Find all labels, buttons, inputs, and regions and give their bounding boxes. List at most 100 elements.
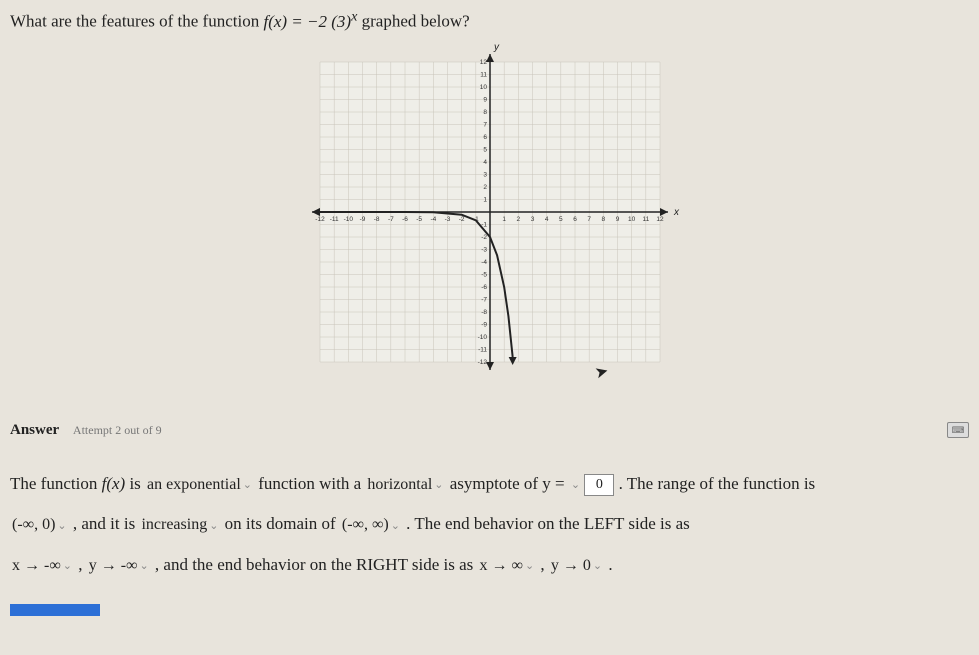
svg-text:10: 10 <box>479 84 487 91</box>
svg-text:-4: -4 <box>481 259 487 266</box>
svg-text:1: 1 <box>483 196 487 203</box>
question-prefix: What are the features of the function <box>10 12 263 31</box>
text-segment: , <box>78 555 87 574</box>
dropdown-value: an exponential <box>147 476 241 493</box>
dropdown-asymptote-type[interactable]: horizontal⌄ <box>365 466 445 504</box>
svg-text:-7: -7 <box>481 296 487 303</box>
svg-text:5: 5 <box>559 216 563 223</box>
chevron-down-icon: ⌄ <box>434 472 443 498</box>
svg-text:-9: -9 <box>359 216 365 223</box>
svg-text:4: 4 <box>483 159 487 166</box>
dropdown-value: (-∞, 0) <box>12 516 55 533</box>
dropdown-left-y[interactable]: y → -∞⌄ <box>87 547 151 585</box>
answer-label: Answer <box>10 422 59 438</box>
svg-text:3: 3 <box>483 171 487 178</box>
chevron-down-icon: ⌄ <box>593 553 602 579</box>
svg-text:2: 2 <box>483 184 487 191</box>
dropdown-value: x → -∞ <box>12 557 61 574</box>
asymptote-value-input[interactable]: 0 <box>584 474 614 496</box>
text-segment: The function <box>10 474 102 493</box>
text-segment: function with a <box>258 474 365 493</box>
answer-header: Answer Attempt 2 out of 9 ⌨ <box>10 422 969 439</box>
text-segment: . <box>608 555 612 574</box>
svg-text:-8: -8 <box>481 309 487 316</box>
dropdown-left-x[interactable]: x → -∞⌄ <box>10 547 74 585</box>
svg-text:4: 4 <box>544 216 548 223</box>
chevron-down-icon: ⌄ <box>243 472 252 498</box>
svg-text:1: 1 <box>502 216 506 223</box>
text-segment: on its domain of <box>225 514 340 533</box>
text-segment: . The end behavior on the LEFT side is a… <box>406 514 690 533</box>
dropdown-value: (-∞, ∞) <box>342 516 389 533</box>
svg-text:-11: -11 <box>329 216 338 223</box>
svg-text:y: y <box>493 42 500 53</box>
svg-text:2: 2 <box>516 216 520 223</box>
svg-text:-7: -7 <box>387 216 393 223</box>
coordinate-graph: -12-11-10-9-8-7-6-5-4-3-2-11234567891011… <box>300 42 680 392</box>
chevron-down-icon: ⌄ <box>63 553 72 579</box>
text-segment: . The range of the function is <box>619 474 816 493</box>
function-expression: f(x) = −2 (3)x <box>263 12 361 31</box>
svg-text:-6: -6 <box>402 216 408 223</box>
svg-text:-8: -8 <box>373 216 379 223</box>
text-segment: , <box>540 555 549 574</box>
dropdown-value: y → -∞ <box>89 557 138 574</box>
svg-text:-4: -4 <box>430 216 436 223</box>
dropdown-right-x[interactable]: x → ∞⌄ <box>478 547 537 585</box>
fn-inline: f(x) <box>102 474 126 493</box>
chevron-down-icon: ⌄ <box>139 553 148 579</box>
dropdown-value: horizontal <box>367 476 432 493</box>
svg-text:9: 9 <box>615 216 619 223</box>
dropdown-function-type[interactable]: an exponential⌄ <box>145 466 254 504</box>
svg-text:5: 5 <box>483 146 487 153</box>
chevron-down-icon: ⌄ <box>525 553 534 579</box>
svg-text:-2: -2 <box>458 216 464 223</box>
svg-text:-3: -3 <box>444 216 450 223</box>
svg-text:-5: -5 <box>416 216 422 223</box>
svg-text:7: 7 <box>483 121 487 128</box>
dropdown-value: x → ∞ <box>480 557 523 574</box>
svg-text:12: 12 <box>656 216 664 223</box>
svg-text:11: 11 <box>480 71 487 78</box>
svg-text:6: 6 <box>483 134 487 141</box>
graph-container: -12-11-10-9-8-7-6-5-4-3-2-11234567891011… <box>10 42 969 392</box>
dropdown-monotonicity[interactable]: increasing⌄ <box>139 506 220 544</box>
keyboard-icon[interactable]: ⌨ <box>947 422 969 438</box>
svg-text:10: 10 <box>628 216 636 223</box>
svg-text:-10: -10 <box>343 216 353 223</box>
svg-text:-12: -12 <box>477 359 487 366</box>
svg-text:12: 12 <box>479 59 487 66</box>
dropdown-range[interactable]: (-∞, 0)⌄ <box>10 506 69 544</box>
chevron-down-icon: ⌄ <box>209 513 218 539</box>
svg-text:-11: -11 <box>478 346 487 353</box>
fn-exponent: x <box>351 8 357 24</box>
svg-text:-2: -2 <box>481 234 487 241</box>
graph-svg: -12-11-10-9-8-7-6-5-4-3-2-11234567891011… <box>300 42 680 392</box>
chevron-down-icon: ⌄ <box>391 513 400 539</box>
svg-text:7: 7 <box>587 216 591 223</box>
text-segment: , and the end behavior on the RIGHT side… <box>155 555 478 574</box>
attempt-text: Attempt 2 out of 9 <box>73 423 162 437</box>
chevron-down-icon: ⌄ <box>57 513 66 539</box>
svg-text:8: 8 <box>483 109 487 116</box>
svg-text:-12: -12 <box>315 216 325 223</box>
answer-fill-area: The function f(x) is an exponential⌄ fun… <box>10 464 969 586</box>
svg-text:x: x <box>673 207 680 218</box>
fn-base: f(x) = −2 (3) <box>263 12 351 31</box>
svg-text:-10: -10 <box>477 334 487 341</box>
svg-text:3: 3 <box>530 216 534 223</box>
dropdown-value: increasing <box>141 516 207 533</box>
submit-button[interactable] <box>10 604 100 616</box>
text-segment: asymptote of y = <box>450 474 569 493</box>
svg-text:11: 11 <box>642 216 649 223</box>
text-segment: is <box>129 474 145 493</box>
svg-text:6: 6 <box>573 216 577 223</box>
svg-text:8: 8 <box>601 216 605 223</box>
svg-text:-9: -9 <box>481 321 487 328</box>
question-suffix: graphed below? <box>362 12 470 31</box>
dropdown-domain[interactable]: (-∞, ∞)⌄ <box>340 506 402 544</box>
svg-text:-6: -6 <box>481 284 487 291</box>
text-segment: , and it is <box>73 514 140 533</box>
svg-text:-3: -3 <box>481 246 487 253</box>
dropdown-right-y[interactable]: y → 0⌄ <box>549 547 604 585</box>
